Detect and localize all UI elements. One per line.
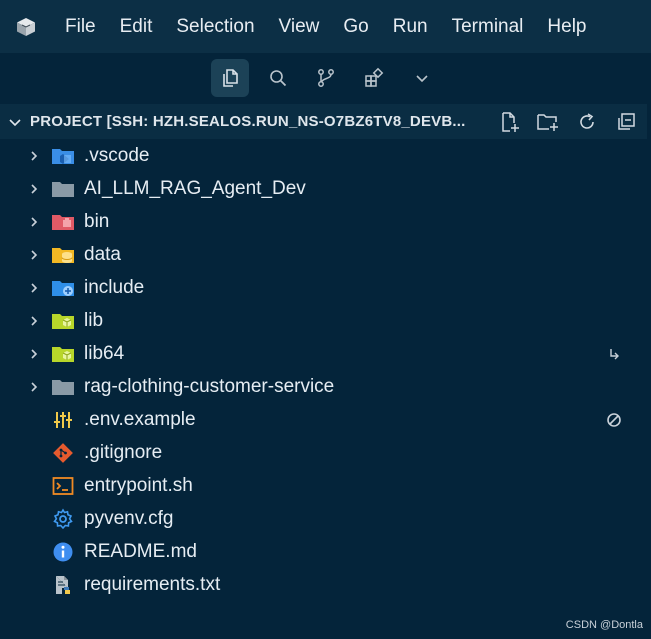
activity-toolbar: [0, 53, 651, 103]
tree-item-entrypoint-sh[interactable]: entrypoint.sh: [0, 469, 651, 502]
tree-item-label: AI_LLM_RAG_Agent_Dev: [84, 177, 306, 199]
tree-item-data[interactable]: data: [0, 238, 651, 271]
tree-item-ai-llm-rag-agent-dev[interactable]: AI_LLM_RAG_Agent_Dev: [0, 172, 651, 205]
tree-item-env-example[interactable]: .env.example: [0, 403, 651, 436]
folder-lib-icon: [51, 309, 75, 333]
tree-item-label: .env.example: [84, 408, 196, 430]
menu-help[interactable]: Help: [535, 0, 598, 53]
folder-include-icon: [51, 276, 75, 300]
tree-item-label: data: [84, 243, 121, 265]
tree-item-label: entrypoint.sh: [84, 474, 193, 496]
chevron-down-icon: [415, 75, 428, 83]
chevron-down-icon[interactable]: [6, 113, 24, 131]
search-button[interactable]: [259, 59, 297, 97]
explorer-button[interactable]: [210, 59, 249, 97]
vscode-remote-logo-icon[interactable]: [15, 16, 37, 38]
menu-file[interactable]: File: [53, 0, 108, 53]
new-folder-icon[interactable]: [535, 109, 561, 135]
watermark: CSDN @Dontla: [565, 619, 643, 631]
explorer-section-title: PROJECT [SSH: HZH.SEALOS.RUN_NS-O7BZ6TV8…: [30, 113, 466, 130]
tree-item-gitignore[interactable]: .gitignore: [0, 436, 651, 469]
folder-lib-icon: [51, 342, 75, 366]
tree-item-label: rag-clothing-customer-service: [84, 375, 335, 397]
menu-bar: File Edit Selection View Go Run Terminal…: [0, 0, 651, 53]
chevron-right-icon[interactable]: [27, 347, 41, 361]
tree-item-lib[interactable]: lib: [0, 304, 651, 337]
git-icon: [51, 441, 75, 465]
menu-view[interactable]: View: [267, 0, 332, 53]
chevron-right-icon[interactable]: [27, 380, 41, 394]
tree-item-bin[interactable]: bin: [0, 205, 651, 238]
tree-item-include[interactable]: include: [0, 271, 651, 304]
chevron-right-icon[interactable]: [27, 182, 41, 196]
folder-icon: [51, 375, 75, 399]
folder-bin-icon: [51, 210, 75, 234]
extensions-icon: [364, 67, 383, 87]
search-icon: [269, 70, 286, 87]
chevron-right-icon[interactable]: [27, 215, 41, 229]
tree-item-label: requirements.txt: [84, 573, 221, 595]
source-control-button[interactable]: [307, 59, 345, 97]
refresh-icon[interactable]: [574, 109, 600, 135]
symlink-arrow-icon: [605, 345, 623, 363]
terminal-icon: [51, 474, 75, 498]
file-tree: .vscode AI_LLM_RAG_Agent_Dev bin data in…: [0, 139, 651, 601]
menu-selection[interactable]: Selection: [164, 0, 266, 53]
menu-run[interactable]: Run: [381, 0, 440, 53]
chevron-right-icon[interactable]: [27, 149, 41, 163]
extensions-button[interactable]: [355, 59, 393, 97]
menu-terminal[interactable]: Terminal: [440, 0, 536, 53]
python-requirements-icon: [51, 573, 75, 597]
settings-tune-icon: [51, 408, 75, 432]
info-icon: [51, 540, 75, 564]
new-file-icon[interactable]: [496, 109, 522, 135]
menu-go[interactable]: Go: [331, 0, 380, 53]
explorer-section-actions: [483, 109, 639, 135]
tree-item-vscode[interactable]: .vscode: [0, 139, 651, 172]
tree-item-lib64[interactable]: lib64: [0, 337, 651, 370]
tree-item-label: pyvenv.cfg: [84, 507, 174, 529]
tree-item-label: .gitignore: [84, 441, 163, 463]
tree-item-requirements-txt[interactable]: requirements.txt: [0, 568, 651, 601]
tree-item-label: .vscode: [84, 144, 150, 166]
collapse-all-icon[interactable]: [613, 109, 639, 135]
tree-item-label: README.md: [84, 540, 197, 562]
tree-item-readme-md[interactable]: README.md: [0, 535, 651, 568]
tree-item-label: lib: [84, 309, 104, 331]
explorer-section-header[interactable]: PROJECT [SSH: HZH.SEALOS.RUN_NS-O7BZ6TV8…: [0, 104, 647, 139]
folder-database-icon: [51, 243, 75, 267]
more-views-button[interactable]: [403, 59, 441, 97]
tree-item-label: bin: [84, 210, 110, 232]
tree-item-pyvenv-cfg[interactable]: pyvenv.cfg: [0, 502, 651, 535]
chevron-right-icon[interactable]: [27, 248, 41, 262]
tree-item-label: include: [84, 276, 145, 298]
chevron-right-icon[interactable]: [27, 281, 41, 295]
ignored-circle-slash-icon: [605, 411, 623, 429]
tree-item-label: lib64: [84, 342, 125, 364]
folder-icon: [51, 177, 75, 201]
explorer-files-icon: [222, 69, 238, 87]
menu-edit[interactable]: Edit: [108, 0, 165, 53]
chevron-right-icon[interactable]: [27, 314, 41, 328]
folder-vscode-icon: [51, 144, 75, 168]
source-control-icon: [317, 69, 334, 87]
gear-icon: [51, 507, 75, 531]
tree-item-rag-clothing-customer-service[interactable]: rag-clothing-customer-service: [0, 370, 651, 403]
